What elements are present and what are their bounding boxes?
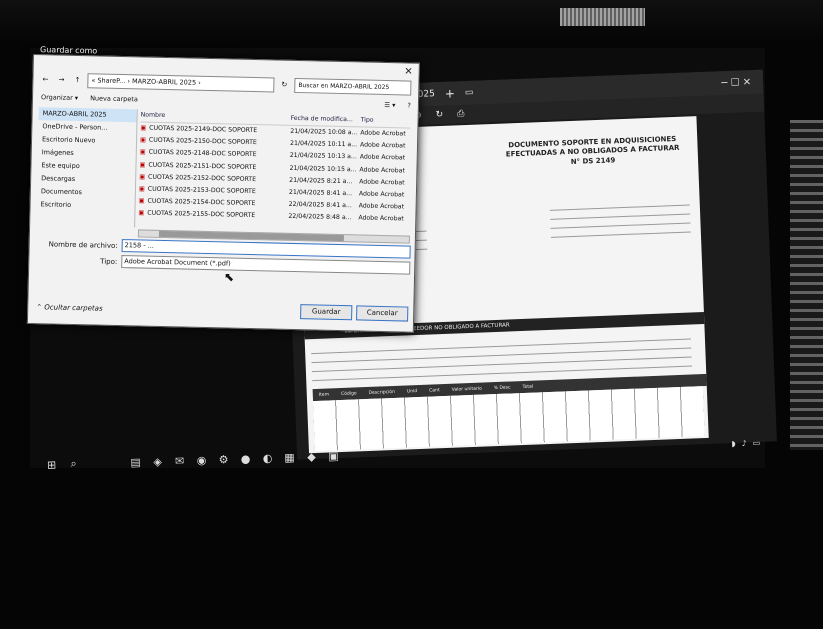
save-as-dialog: Guardar como ✕ ← → ↑ « ShareP... › MARZO…	[26, 45, 420, 333]
filename-label: Nombre de archivo:	[48, 239, 118, 250]
app-icon[interactable]: ⚙	[212, 452, 234, 466]
system-tray: ◗ ♪ ▭	[731, 438, 760, 448]
pdf-file-icon: ▣	[139, 173, 146, 181]
rotate-icon[interactable]: ↻	[436, 110, 444, 120]
table-header-cell: Item	[318, 391, 330, 398]
filetype-label: Tipo:	[100, 257, 118, 266]
nav-item[interactable]: Escritorio	[36, 198, 134, 213]
file-name: CUOTAS 2025-2151-DOC SOPORTE	[148, 161, 257, 171]
hide-folders-toggle[interactable]: ⌃ Ocultar carpetas	[36, 303, 103, 313]
column-type[interactable]: Tipo	[360, 114, 410, 127]
organize-button[interactable]: Organizar ▾	[41, 93, 78, 102]
back-arrow-icon[interactable]: ←	[39, 75, 51, 83]
up-arrow-icon[interactable]: ↑	[71, 76, 83, 84]
monitor-bezel	[790, 120, 823, 450]
file-name: CUOTAS 2025-2154-DOC SOPORTE	[147, 197, 256, 208]
file-type: Adobe Acrobat	[360, 129, 406, 138]
start-icon[interactable]: ⊞	[40, 458, 62, 472]
file-type: Adobe Acrobat	[359, 153, 406, 162]
view-options-icon[interactable]: ☰ ▾	[384, 101, 395, 109]
window-controls[interactable]: ─ ☐ ✕	[721, 77, 751, 89]
file-date: 22/04/2025 8:48 a...	[288, 213, 352, 222]
provider-fields	[310, 330, 692, 382]
filetype-select[interactable]: Adobe Acrobat Document (*.pdf)	[121, 255, 411, 275]
file-name: CUOTAS 2025-2153-DOC SOPORTE	[147, 185, 256, 196]
background-room	[0, 0, 823, 40]
forward-arrow-icon[interactable]: →	[55, 76, 67, 84]
file-explorer-icon[interactable]: ▤	[124, 455, 146, 469]
new-tab-icon[interactable]: +	[445, 86, 456, 100]
file-name: CUOTAS 2025-2155-DOC SOPORTE	[147, 209, 256, 220]
table-header-cell: Cant	[429, 387, 440, 394]
mouse-cursor-icon: ⬉	[224, 270, 235, 284]
navigation-pane: MARZO-ABRIL 2025 OneDrive - Person... Es…	[36, 107, 138, 228]
table-header-cell: Código	[340, 390, 357, 397]
acrobat-icon[interactable]: ◆	[300, 450, 322, 464]
dialog-title: Guardar como	[39, 45, 98, 56]
address-bar[interactable]: « ShareP... › MARZO-ABRIL 2025 ›	[87, 72, 275, 92]
refresh-icon[interactable]: ↻	[278, 81, 290, 89]
pdf-file-icon: ▣	[138, 185, 145, 193]
volume-icon[interactable]: ♪	[741, 438, 746, 447]
table-header-cell: Descripción	[368, 389, 396, 396]
table-header-cell: Total	[522, 384, 534, 390]
file-type: Adobe Acrobat	[358, 202, 405, 211]
table-header-cell: % Desc	[493, 384, 511, 391]
file-type: Adobe Acrobat	[359, 141, 406, 150]
pdf-file-icon: ▣	[138, 197, 145, 205]
pdf-file-icon: ▣	[138, 209, 145, 217]
search-icon[interactable]: ⌕	[62, 457, 84, 472]
browser-icon[interactable]: ◉	[190, 453, 212, 467]
pdf-file-icon: ▣	[140, 124, 147, 132]
file-list: Nombre Fecha de modifica... Tipo ▣ CUOTAS…	[138, 109, 411, 233]
file-name: CUOTAS 2025-2152-DOC SOPORTE	[148, 173, 257, 183]
pdf-file-icon: ▣	[139, 136, 147, 144]
mail-icon[interactable]: ✉	[168, 454, 190, 468]
file-type: Adobe Acrobat	[359, 165, 405, 175]
cancel-button[interactable]: Cancelar	[356, 305, 409, 322]
excel-icon[interactable]: ▦	[278, 450, 300, 464]
file-type: Adobe Acrobat	[358, 214, 404, 223]
file-type: Adobe Acrobat	[358, 190, 405, 199]
hide-folders-label: Ocultar carpetas	[44, 303, 103, 313]
network-icon[interactable]: ◗	[731, 439, 735, 448]
table-header-cell: Valor unitario	[451, 386, 482, 393]
file-name: CUOTAS 2025-2150-DOC SOPORTE	[148, 136, 257, 147]
help-icon[interactable]: ?	[407, 102, 411, 110]
store-icon[interactable]: ◈	[146, 454, 168, 468]
pdf-file-icon: ▣	[139, 148, 146, 156]
search-input[interactable]: Buscar en MARZO-ABRIL 2025	[294, 77, 412, 96]
save-button[interactable]: Guardar	[300, 304, 353, 321]
column-date[interactable]: Fecha de modifica...	[290, 113, 360, 127]
header-fields	[549, 196, 691, 238]
table-header-cell: Unid	[406, 388, 418, 394]
chrome-icon[interactable]: ●	[234, 452, 256, 466]
print-icon[interactable]: ⎙	[457, 109, 465, 119]
file-name: CUOTAS 2025-2149-DOC SOPORTE	[149, 124, 258, 135]
notification-icon[interactable]: ▭	[753, 438, 761, 447]
document-title: DOCUMENTO SOPORTE EN ADQUISICIONES EFECT…	[492, 134, 693, 170]
new-folder-button[interactable]: Nueva carpeta	[90, 94, 138, 103]
pdf-file-icon: ▣	[139, 161, 146, 169]
screen-glare	[560, 8, 645, 26]
tab-list-icon[interactable]: ▭	[465, 88, 474, 98]
teams-icon[interactable]: ▣	[322, 449, 344, 463]
file-name: CUOTAS 2025-2148-DOC SOPORTE	[148, 149, 257, 159]
close-icon[interactable]: ✕	[404, 66, 413, 77]
file-type: Adobe Acrobat	[359, 178, 405, 187]
edge-icon[interactable]: ◐	[256, 451, 278, 465]
